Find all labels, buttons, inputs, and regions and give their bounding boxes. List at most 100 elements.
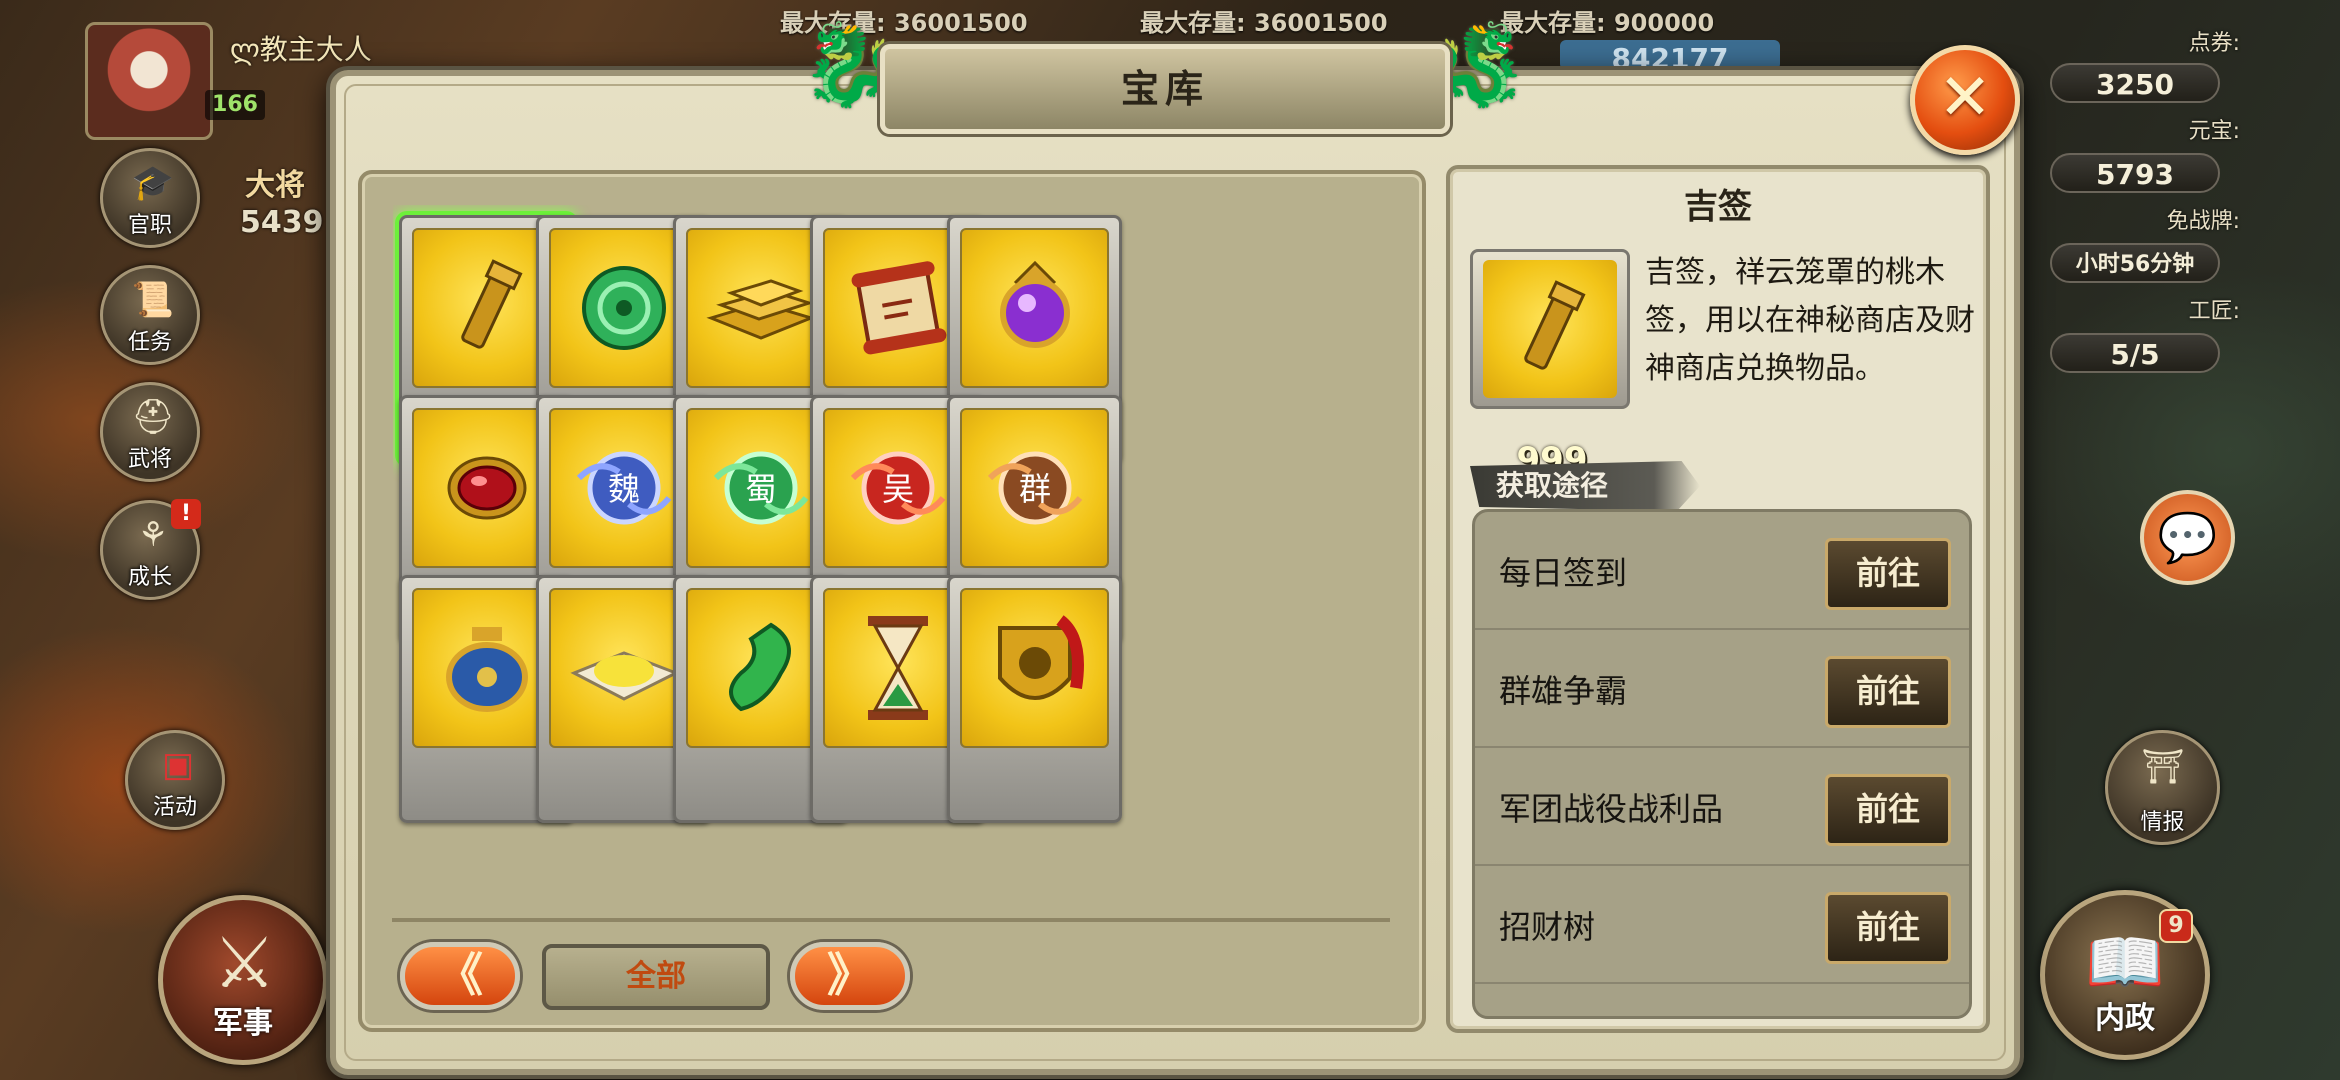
rank-label: 大将 [245,168,305,203]
source-name: 军团战役战利品 [1499,790,1724,828]
task-button[interactable]: 📜 任务 [100,265,200,365]
bamboo-lot-icon [1524,280,1586,370]
hourglass-icon [867,616,928,720]
ingot-value: 5793 [2050,153,2220,193]
player-name: ლ教主大人 [230,33,372,66]
intel-button[interactable]: ⛩ 情报 [2105,730,2220,845]
jade-disc-icon [581,266,666,350]
item-face [960,228,1109,388]
source-row: 群雄争霸 前往 [1475,630,1969,748]
item-grid: 999 180 200 8 148 325 魏 69 蜀 127 吴 43 群 … [393,205,1393,885]
wu-emblem-icon: 吴 [850,451,945,525]
filter-all-button[interactable]: 全部 [542,944,770,1010]
bamboo-lot-icon [460,259,523,349]
yellow-powder-icon [569,651,680,701]
detail-title: 吉签 [1684,187,1752,227]
close-button[interactable]: ✕ [1910,45,2020,155]
generals-label: 武将 [127,447,172,472]
chat-bubble-icon: 💬 [2157,510,2218,566]
task-label: 任务 [127,330,172,355]
scroll-icon [851,261,946,355]
truce-label: 免战牌: [2166,209,2240,234]
jade-pendant-icon [728,622,791,712]
qun-char: 群 [1018,470,1050,508]
source-name: 每日签到 [1499,554,1628,592]
wei-emblem-icon: 魏 [576,451,671,525]
player-level: 166 [205,90,265,120]
coupon-label: 点券: [2188,31,2240,56]
chevron-left-icon: 《 [437,948,483,1002]
politics-badge: 9 [2159,909,2193,943]
goto-button[interactable]: 前往 [1825,892,1951,964]
goto-button[interactable]: 前往 [1825,774,1951,846]
grid-divider [392,918,1390,922]
ingot-label: 元宝: [2188,119,2240,144]
craftsman-label: 工匠: [2188,299,2240,324]
politics-label: 内政 [2095,1001,2155,1036]
treasure-urn-icon [445,627,528,712]
item-slot[interactable] [947,575,1122,823]
next-page-button[interactable]: 》 [790,942,910,1010]
right-stats: 点券: 3250 元宝: 5793 免战牌: 小时56分钟 工匠: 5/5 [2030,25,2260,385]
red-gem-icon [447,456,526,520]
detail-item-face [1483,260,1617,398]
detail-item-icon: 999 [1470,249,1630,480]
wei-char: 魏 [607,470,639,508]
chat-button[interactable]: 💬 [2140,490,2235,585]
scroll-icon: 📜 [131,280,175,320]
purple-orb-icon [999,260,1070,348]
generals-button[interactable]: ⛑ 武将 [100,382,200,482]
growth-button[interactable]: ⚘ 成长 ! [100,499,201,600]
craftsman-value: 5/5 [2050,333,2220,373]
source-name: 群雄争霸 [1499,672,1628,710]
goto-button[interactable]: 前往 [1825,538,1951,610]
storage-2-label: 最大存量: [1140,9,1246,37]
goto-button[interactable]: 前往 [1825,656,1951,728]
military-label: 军事 [213,1006,273,1041]
lantern-icon: ▣ [161,745,195,785]
storage-2: 最大存量: 36001500 [1140,6,1388,40]
dialog-title: 宝库 [880,44,1450,134]
prev-page-button[interactable]: 《 [400,942,520,1010]
storage-1-value: 36001500 [893,9,1028,37]
chevron-right-icon: 》 [827,948,873,1002]
sword-icon: ⚔ [213,922,276,1004]
detail-description: 吉签，祥云笼罩的桃木签，用以在神秘商店及财神商店兑换物品。 [1645,255,1975,386]
events-label: 活动 [152,795,197,820]
golden-shield-icon [997,615,1084,700]
shu-emblem-icon: 蜀 [713,451,808,525]
item-detail-panel: 吉签 999 吉签，祥云笼罩的桃木签，用以在神秘商店及财神商店兑换物品。 获取途… [1446,165,1990,1033]
storage-3: 最大存量: 900000 [1500,6,1714,40]
growth-label: 成长 [127,565,172,590]
official-hat-icon: 🎓 [131,163,175,203]
shu-char: 蜀 [744,470,776,508]
helmet-icon: ⛑ [131,397,175,437]
player-avatar[interactable] [85,22,213,140]
source-list: 每日签到 前往 群雄争霸 前往 军团战役战利品 前往 招财树 前往 [1472,509,1972,1019]
official-label: 官职 [127,213,172,238]
gate-icon: ⛩ [2141,747,2185,787]
source-heading: 获取途径 [1470,461,1700,511]
game-screen: ლ教主大人 166 大将 5439 最大存量: 36001500 最大存量: 3… [0,0,2340,1080]
scroll-fan-icon: 📖 [2085,926,2165,1000]
politics-button[interactable]: 📖 9 内政 [2040,890,2210,1060]
events-button[interactable]: ▣ 活动 [125,730,225,830]
source-row: 每日签到 前往 [1475,512,1969,630]
wu-char: 吴 [881,470,913,508]
source-row: 军团战役战利品 前往 [1475,748,1969,866]
source-row: 招财树 前往 [1475,866,1969,984]
intel-label: 情报 [2140,810,2185,835]
qun-emblem-icon: 群 [987,451,1082,525]
truce-value: 小时56分钟 [2050,243,2220,283]
rank-value: 5439 [240,205,324,240]
growth-alert-badge: ! [171,499,201,529]
official-button[interactable]: 🎓 官职 [100,148,200,248]
storage-3-value: 900000 [1613,9,1715,37]
military-button[interactable]: ⚔ 军事 [158,895,328,1065]
gold-bars-icon [705,279,816,340]
item-face: 群 [960,408,1109,568]
storage-3-current: 842177 [1560,40,1780,70]
close-x-icon: ✕ [1938,61,1992,135]
source-name: 招财树 [1499,908,1596,946]
item-face [960,588,1109,748]
